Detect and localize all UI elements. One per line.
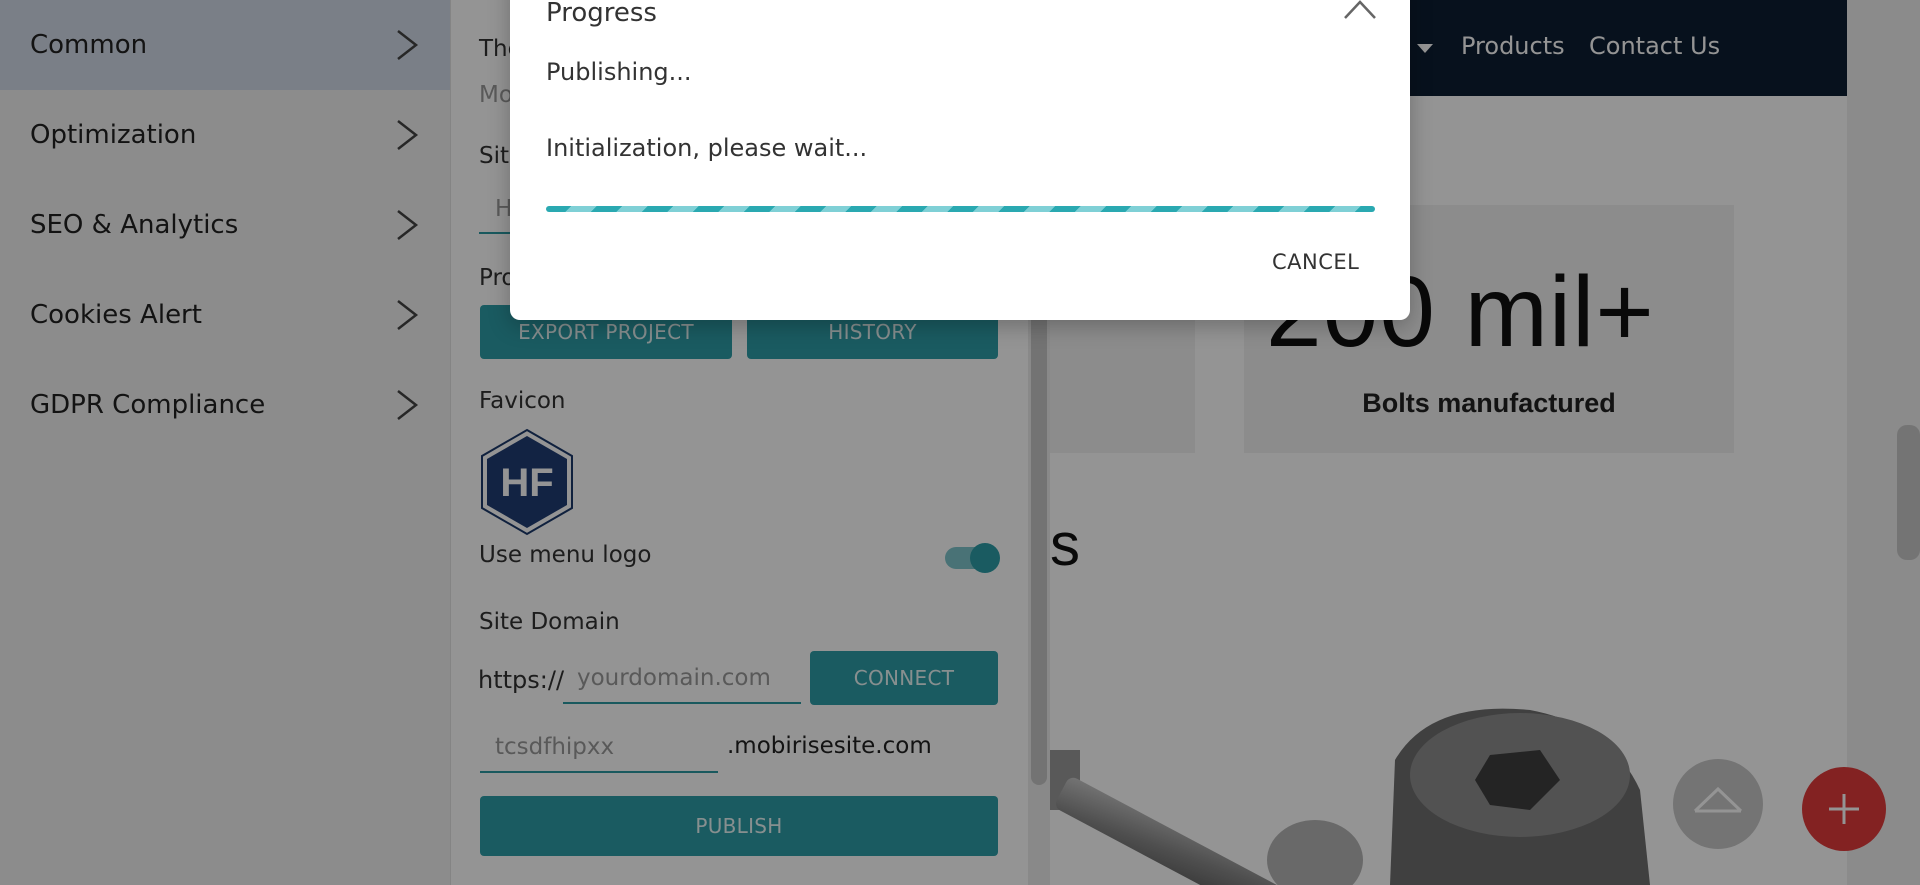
dialog-status: Publishing... bbox=[546, 58, 692, 86]
close-icon[interactable] bbox=[1342, 0, 1378, 22]
cancel-button[interactable]: CANCEL bbox=[1272, 250, 1359, 274]
progress-dialog: Progress Publishing... Initialization, p… bbox=[510, 0, 1410, 320]
dialog-title: Progress bbox=[546, 0, 657, 28]
progress-bar bbox=[546, 206, 1375, 212]
dialog-message: Initialization, please wait... bbox=[546, 134, 868, 162]
